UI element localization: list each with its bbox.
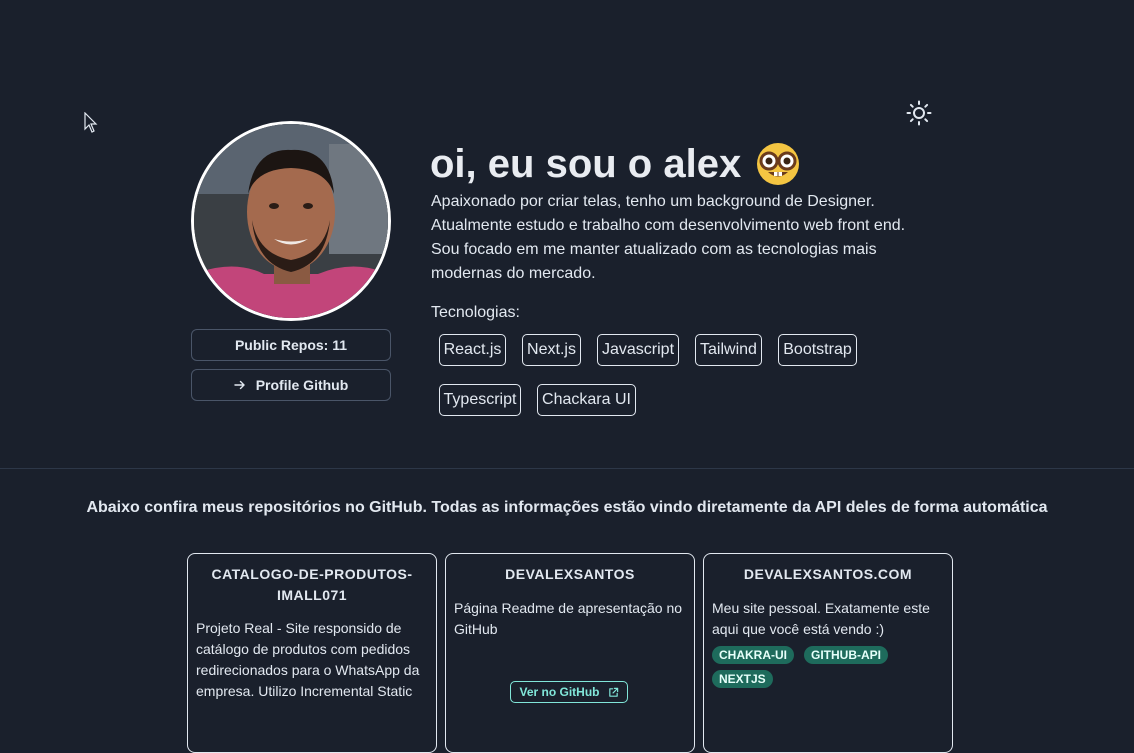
view-on-github-link[interactable]: Ver no GitHub <box>510 681 628 703</box>
bio-text: Apaixonado por criar telas, tenho um bac… <box>431 190 921 286</box>
tag-badge: CHAKRA-UI <box>712 646 794 664</box>
repo-card-description: Projeto Real - Site responsido de catálo… <box>196 620 420 699</box>
nerd-face-icon <box>757 143 800 185</box>
repo-card-devalexsantos-com[interactable]: DEVALEXSANTOS.COM Meu site pessoal. Exat… <box>703 553 953 753</box>
sun-icon[interactable] <box>906 100 932 126</box>
tech-chip-bootstrap: Bootstrap <box>778 334 857 366</box>
tech-chip-next: Next.js <box>522 334 581 366</box>
tag-badge: GITHUB-API <box>804 646 888 664</box>
view-on-github-label: Ver no GitHub <box>519 685 600 699</box>
repo-card-title-line: IMALL071 <box>276 587 348 603</box>
external-link-icon <box>608 687 618 697</box>
repo-card-catalogo[interactable]: CATALOGO-DE-PRODUTOS- IMALL071 Projeto R… <box>187 553 437 753</box>
repos-heading: Abaixo confira meus repositórios no GitH… <box>86 499 1048 516</box>
tech-chip-tailwind: Tailwind <box>695 334 762 366</box>
repo-card-description: Página Readme de apresentação no GitHub <box>454 600 683 637</box>
repo-card-title: DEVALEXSANTOS.COM <box>743 566 913 582</box>
tech-chip-react: React.js <box>439 334 506 366</box>
repo-card-devalexsantos[interactable]: DEVALEXSANTOS Página Readme de apresenta… <box>445 553 695 753</box>
bio-line: Apaixonado por criar telas, tenho um bac… <box>431 193 875 210</box>
title-text: oi, eu sou o alex <box>430 142 742 186</box>
arrow-right-icon <box>234 380 245 390</box>
tech-chip-javascript: Javascript <box>597 334 679 366</box>
repo-card-description: Meu site pessoal. Exatamente este aqui q… <box>712 600 930 637</box>
page-title: oi, eu sou o alex <box>430 140 801 188</box>
bio-line: modernas do mercado. <box>431 265 596 282</box>
tech-chip-chakra: Chackara UI <box>537 384 636 416</box>
section-divider <box>0 468 1134 469</box>
tech-chip-typescript: Typescript <box>439 384 521 416</box>
technologies-label: Tecnologias: <box>431 304 520 321</box>
profile-github-button[interactable]: Profile Github <box>191 369 391 401</box>
bio-line: Atualmente estudo e trabalho com desenvo… <box>431 217 906 234</box>
repo-card-title: CATALOGO-DE-PRODUTOS- IMALL071 <box>196 564 428 606</box>
bio-line: Sou focado em me manter atualizado com a… <box>431 241 877 258</box>
tag-badge: NEXTJS <box>712 670 773 688</box>
repo-card-title: DEVALEXSANTOS <box>505 566 635 582</box>
repo-card-title-line: CATALOGO-DE-PRODUTOS- <box>211 566 413 582</box>
repo-card-tags: CHAKRA-UI GITHUB-API NEXTJS <box>712 646 944 688</box>
public-repos-button[interactable]: Public Repos: 11 <box>191 329 391 361</box>
public-repos-label: Public Repos: 11 <box>234 337 348 353</box>
cursor-arrow-icon <box>84 112 98 133</box>
profile-github-label: Profile Github <box>255 377 349 393</box>
avatar <box>191 121 391 321</box>
